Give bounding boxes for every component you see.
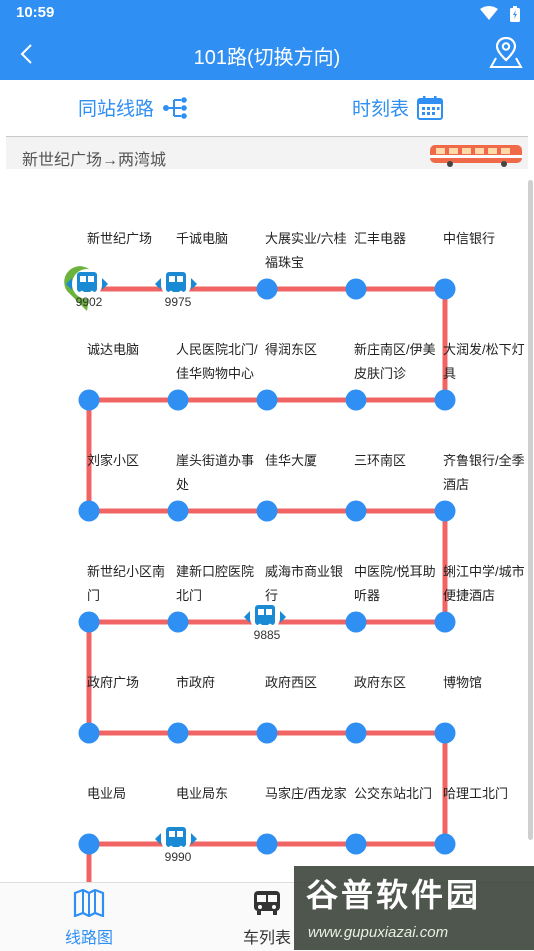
stop-dot[interactable]: [345, 833, 367, 855]
stop-name[interactable]: 佳华大厦: [265, 449, 349, 473]
nav-route-map[interactable]: 线路图: [58, 888, 120, 948]
stop-name[interactable]: 人民医院北门/佳华购物中心: [176, 338, 260, 386]
status-time: 10:59: [16, 4, 55, 21]
same-station-lines-tab[interactable]: 同站线路: [78, 94, 188, 121]
nav-bus-list-label: 车列表: [242, 930, 291, 947]
stop-name[interactable]: 三环南区: [354, 449, 438, 473]
stop-dot[interactable]: [256, 722, 278, 744]
bus-id: 9902: [76, 295, 103, 309]
stop-dot[interactable]: [345, 278, 367, 300]
nav-bus-list[interactable]: 车列表: [236, 889, 298, 948]
stop-dot[interactable]: [256, 500, 278, 522]
stop-name[interactable]: 公交东站北门: [354, 782, 438, 806]
stop-name[interactable]: 新庄南区/伊美皮肤门诊: [354, 338, 438, 386]
stop-name[interactable]: 电业局: [87, 782, 171, 806]
bus-id: 9885: [254, 628, 281, 642]
stop-dot[interactable]: [167, 722, 189, 744]
stop-dot[interactable]: [345, 722, 367, 744]
stop-dot[interactable]: [434, 611, 456, 633]
route-map: 9902 9975 9885 9990 新世纪广场 千诚电脑 大展实业/六桂福珠宝 汇丰电器…: [0, 169, 534, 882]
stop-name[interactable]: 建新口腔医院北门: [176, 560, 260, 608]
watermark: 谷普软件园 www.gupuxiazai.com: [294, 866, 534, 950]
stop-dot[interactable]: [78, 500, 100, 522]
bus-window: [169, 276, 175, 282]
stop-dot[interactable]: [256, 389, 278, 411]
stop-dot[interactable]: [256, 833, 278, 855]
calendar-icon: [417, 95, 444, 120]
stop-dot[interactable]: [78, 722, 100, 744]
bus-id: 9990: [165, 850, 192, 864]
bus-window: [177, 831, 183, 837]
stop-name[interactable]: 新世纪小区南门: [87, 560, 171, 608]
stop-name[interactable]: 博物馆: [443, 671, 527, 695]
bus-window: [177, 276, 183, 282]
stop-name[interactable]: 政府东区: [354, 671, 438, 695]
stop-dot[interactable]: [78, 389, 100, 411]
stop-dot[interactable]: [167, 611, 189, 633]
stop-dot[interactable]: [434, 389, 456, 411]
stop-name[interactable]: 蜊江中学/城市便捷酒店: [443, 560, 527, 608]
bus-window: [88, 276, 94, 282]
route-map-svg: 9902 9975 9885 9990: [64, 266, 456, 882]
map-scrollbar[interactable]: [528, 180, 533, 840]
stop-name[interactable]: 政府广场: [87, 671, 171, 695]
bus-illustration-icon: [430, 145, 522, 167]
stop-dot[interactable]: [345, 611, 367, 633]
bus-window: [80, 276, 86, 282]
bus-icon: [254, 891, 280, 915]
direction-text: 新世纪广场→两湾城: [22, 152, 167, 169]
stop-dot[interactable]: [345, 389, 367, 411]
direction-bar: 新世纪广场→两湾城: [6, 137, 528, 169]
stop-dot[interactable]: [434, 833, 456, 855]
bus-window: [266, 609, 272, 615]
stop-dot[interactable]: [434, 278, 456, 300]
stop-name[interactable]: 得润东区: [265, 338, 349, 362]
same-station-lines-label: 同站线路: [78, 99, 155, 120]
stop-name[interactable]: 电业局东: [176, 782, 260, 806]
watermark-title: 谷普软件园: [306, 877, 482, 913]
page-title[interactable]: 101路(切换方向): [0, 41, 534, 70]
stop-name[interactable]: 齐鲁银行/全季酒店: [443, 449, 527, 497]
stop-name[interactable]: 千诚电脑: [176, 227, 260, 251]
nav-route-map-label: 线路图: [64, 930, 113, 947]
stop-name[interactable]: 刘家小区: [87, 449, 171, 473]
stop-name[interactable]: 威海市商业银行: [265, 560, 349, 608]
stop-dot[interactable]: [256, 278, 278, 300]
wifi-icon: [480, 6, 498, 20]
battery-icon: [510, 6, 520, 22]
stop-dot[interactable]: [434, 722, 456, 744]
stop-name[interactable]: 崖头街道办事处: [176, 449, 260, 497]
timetable-label: 时刻表: [352, 99, 410, 120]
stop-dot[interactable]: [345, 500, 367, 522]
stop-name[interactable]: 中信银行: [443, 227, 527, 251]
bus-window: [169, 831, 175, 837]
stop-name[interactable]: 政府西区: [265, 671, 349, 695]
stop-dot[interactable]: [167, 500, 189, 522]
stop-dot[interactable]: [78, 833, 100, 855]
watermark-url: www.gupuxiazai.com: [308, 924, 449, 941]
map-book-icon: [73, 888, 105, 918]
stop-dot[interactable]: [167, 389, 189, 411]
stop-name[interactable]: 诚达电脑: [87, 338, 171, 362]
stop-name[interactable]: 汇丰电器: [354, 227, 438, 251]
stop-name[interactable]: 新世纪广场: [87, 227, 171, 251]
map-location-icon[interactable]: [488, 34, 524, 70]
tab-bar: 同站线路 时刻表: [0, 80, 534, 136]
app-bar: 101路(切换方向): [0, 28, 534, 80]
stop-name[interactable]: 大润发/松下灯具: [443, 338, 527, 386]
branch-lines-icon: [163, 96, 187, 119]
stop-dot[interactable]: [434, 500, 456, 522]
stop-name[interactable]: 市政府: [176, 671, 260, 695]
stop-name[interactable]: 马家庄/西龙家: [265, 782, 349, 806]
bus-window: [258, 609, 264, 615]
timetable-tab[interactable]: 时刻表: [352, 94, 444, 121]
stop-name[interactable]: 大展实业/六桂福珠宝: [265, 227, 349, 275]
stop-name[interactable]: 哈理工北门: [443, 782, 527, 806]
status-bar: 10:59: [0, 0, 534, 28]
stop-dot[interactable]: [78, 611, 100, 633]
stop-name[interactable]: 中医院/悦耳助听器: [354, 560, 438, 608]
bus-id: 9975: [165, 295, 192, 309]
